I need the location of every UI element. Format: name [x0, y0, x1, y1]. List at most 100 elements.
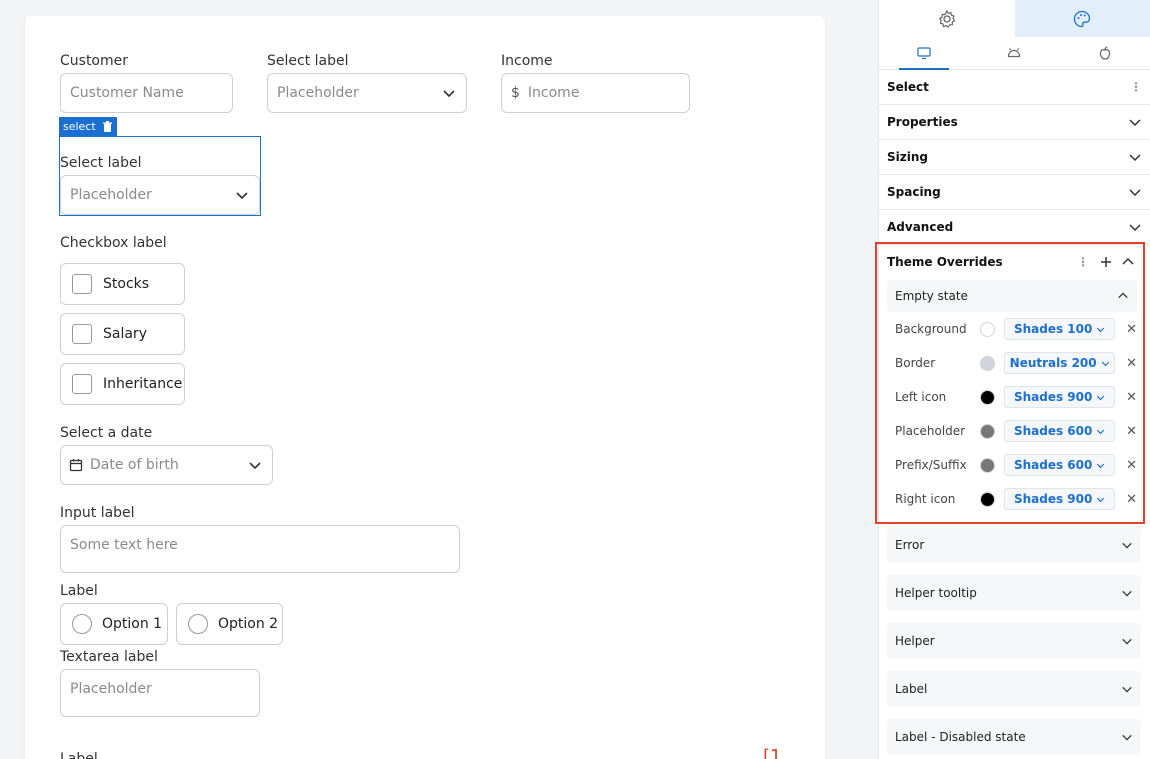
color-swatch[interactable] [980, 423, 996, 439]
checkbox-box[interactable] [72, 274, 92, 294]
checkbox-stocks[interactable]: Stocks [60, 263, 185, 305]
income-prefix: $ [511, 85, 520, 101]
textarea-placeholder: Placeholder [70, 681, 152, 697]
section-spacing[interactable]: Spacing [879, 175, 1150, 210]
properties-panel: Select ⋮ Properties Sizing Spacing Advan… [875, 0, 1150, 759]
group-error[interactable]: Error [887, 527, 1141, 563]
radio-option-label: Option 2 [218, 616, 279, 632]
chevron-down-icon [1122, 590, 1132, 597]
device-tabs [879, 37, 1150, 70]
desktop-icon [917, 47, 931, 60]
selected-element-tag[interactable]: select [59, 117, 117, 136]
textarea-input[interactable]: Placeholder [60, 669, 260, 717]
customer-input[interactable]: Customer Name [60, 73, 233, 113]
override-row[interactable]: Background Shades 100 ✕ [877, 312, 1143, 346]
radio-option-2[interactable]: Option 2 [176, 603, 283, 645]
checkbox-salary[interactable]: Salary [60, 313, 185, 355]
remove-override-icon[interactable]: ✕ [1119, 492, 1137, 507]
theme-overrides-section: Theme Overrides ⋮ Empty state Background… [875, 242, 1145, 524]
color-token-select[interactable]: Shades 900 [1004, 488, 1116, 510]
bottom-field-label: Label [60, 751, 98, 759]
tab-desktop[interactable] [879, 37, 969, 70]
group-helper[interactable]: Helper [887, 623, 1141, 659]
color-token-select[interactable]: Shades 600 [1004, 420, 1116, 442]
section-title: Sizing [887, 150, 928, 164]
group-label[interactable]: Label [887, 671, 1141, 707]
select-dropdown-2[interactable]: Placeholder [60, 175, 260, 215]
chevron-down-icon [1122, 638, 1132, 645]
chevron-up-icon[interactable] [1121, 255, 1135, 269]
checkbox-box[interactable] [72, 374, 92, 394]
tab-android[interactable] [969, 37, 1059, 69]
override-row[interactable]: Border Neutrals 200 ✕ [877, 346, 1143, 380]
customer-label: Customer [60, 53, 129, 69]
checkbox-option-label: Salary [103, 326, 147, 342]
color-token-select[interactable]: Shades 100 [1004, 318, 1116, 340]
remove-override-icon[interactable]: ✕ [1119, 322, 1137, 337]
tab-styles[interactable] [1014, 0, 1150, 37]
override-name: Prefix/Suffix [895, 458, 967, 472]
income-label: Income [501, 53, 553, 69]
income-placeholder: Income [527, 85, 580, 101]
income-input[interactable]: $ Income [501, 73, 690, 113]
group-helper-tooltip[interactable]: Helper tooltip [887, 575, 1141, 611]
radio-circle[interactable] [188, 614, 208, 634]
date-label: Select a date [60, 425, 153, 441]
chevron-down-icon [1101, 361, 1109, 366]
remove-override-icon[interactable]: ✕ [1119, 390, 1137, 405]
palette-icon [1074, 10, 1091, 27]
section-sizing[interactable]: Sizing [879, 140, 1150, 175]
tab-apple[interactable] [1060, 37, 1150, 69]
remove-override-icon[interactable]: ✕ [1119, 356, 1137, 371]
plus-icon[interactable] [1099, 255, 1113, 269]
date-placeholder: Date of birth [90, 457, 179, 473]
select-dropdown-1[interactable]: Placeholder [267, 73, 467, 113]
override-row[interactable]: Left icon Shades 900 ✕ [877, 380, 1143, 414]
color-swatch[interactable] [980, 389, 996, 405]
text-input[interactable]: Some text here [60, 525, 460, 573]
kebab-menu-icon[interactable]: ⋮ [1130, 80, 1142, 94]
select-placeholder-1: Placeholder [277, 85, 359, 101]
input-placeholder: Some text here [70, 537, 178, 553]
remove-override-icon[interactable]: ✕ [1119, 458, 1137, 473]
override-name: Background [895, 322, 967, 336]
section-properties[interactable]: Properties [879, 105, 1150, 140]
color-token-value: Shades 600 [1013, 424, 1093, 438]
color-token-select[interactable]: Neutrals 200 [1004, 352, 1116, 374]
group-label-disabled-state[interactable]: Label - Disabled state [887, 719, 1141, 755]
checkbox-inheritance[interactable]: Inheritance [60, 363, 185, 405]
date-picker[interactable]: Date of birth [60, 445, 273, 485]
empty-state-group[interactable]: Empty state [887, 280, 1137, 312]
tab-settings[interactable] [879, 0, 1015, 37]
color-swatch[interactable] [980, 491, 996, 507]
override-row[interactable]: Right icon Shades 900 ✕ [877, 482, 1143, 516]
checkbox-option-label: Inheritance [103, 376, 183, 392]
chevron-down-icon [1122, 542, 1132, 549]
color-token-select[interactable]: Shades 600 [1004, 454, 1116, 476]
checkbox-box[interactable] [72, 324, 92, 344]
section-title: Properties [887, 115, 958, 129]
override-name: Placeholder [895, 424, 966, 438]
radio-group-label: Label [60, 583, 98, 599]
select-placeholder-2: Placeholder [70, 187, 152, 203]
group-title: Error [895, 538, 925, 552]
trash-icon[interactable] [102, 120, 113, 133]
override-row[interactable]: Prefix/Suffix Shades 600 ✕ [877, 448, 1143, 482]
apple-icon [1099, 46, 1110, 60]
color-swatch[interactable] [980, 355, 996, 371]
color-swatch[interactable] [980, 457, 996, 473]
override-row[interactable]: Placeholder Shades 600 ✕ [877, 414, 1143, 448]
chevron-down-icon [249, 462, 261, 470]
color-token-value: Shades 100 [1013, 322, 1093, 336]
textarea-label: Textarea label [60, 649, 158, 665]
theme-overrides-header[interactable]: Theme Overrides ⋮ [877, 244, 1143, 280]
section-advanced[interactable]: Advanced [879, 210, 1150, 245]
radio-circle[interactable] [72, 614, 92, 634]
section-select[interactable]: Select ⋮ [879, 70, 1150, 105]
chevron-up-icon [1118, 292, 1128, 299]
color-swatch[interactable] [980, 321, 996, 337]
color-token-select[interactable]: Shades 900 [1004, 386, 1116, 408]
kebab-menu-icon[interactable]: ⋮ [1077, 255, 1089, 269]
remove-override-icon[interactable]: ✕ [1119, 424, 1137, 439]
radio-option-1[interactable]: Option 1 [60, 603, 168, 645]
